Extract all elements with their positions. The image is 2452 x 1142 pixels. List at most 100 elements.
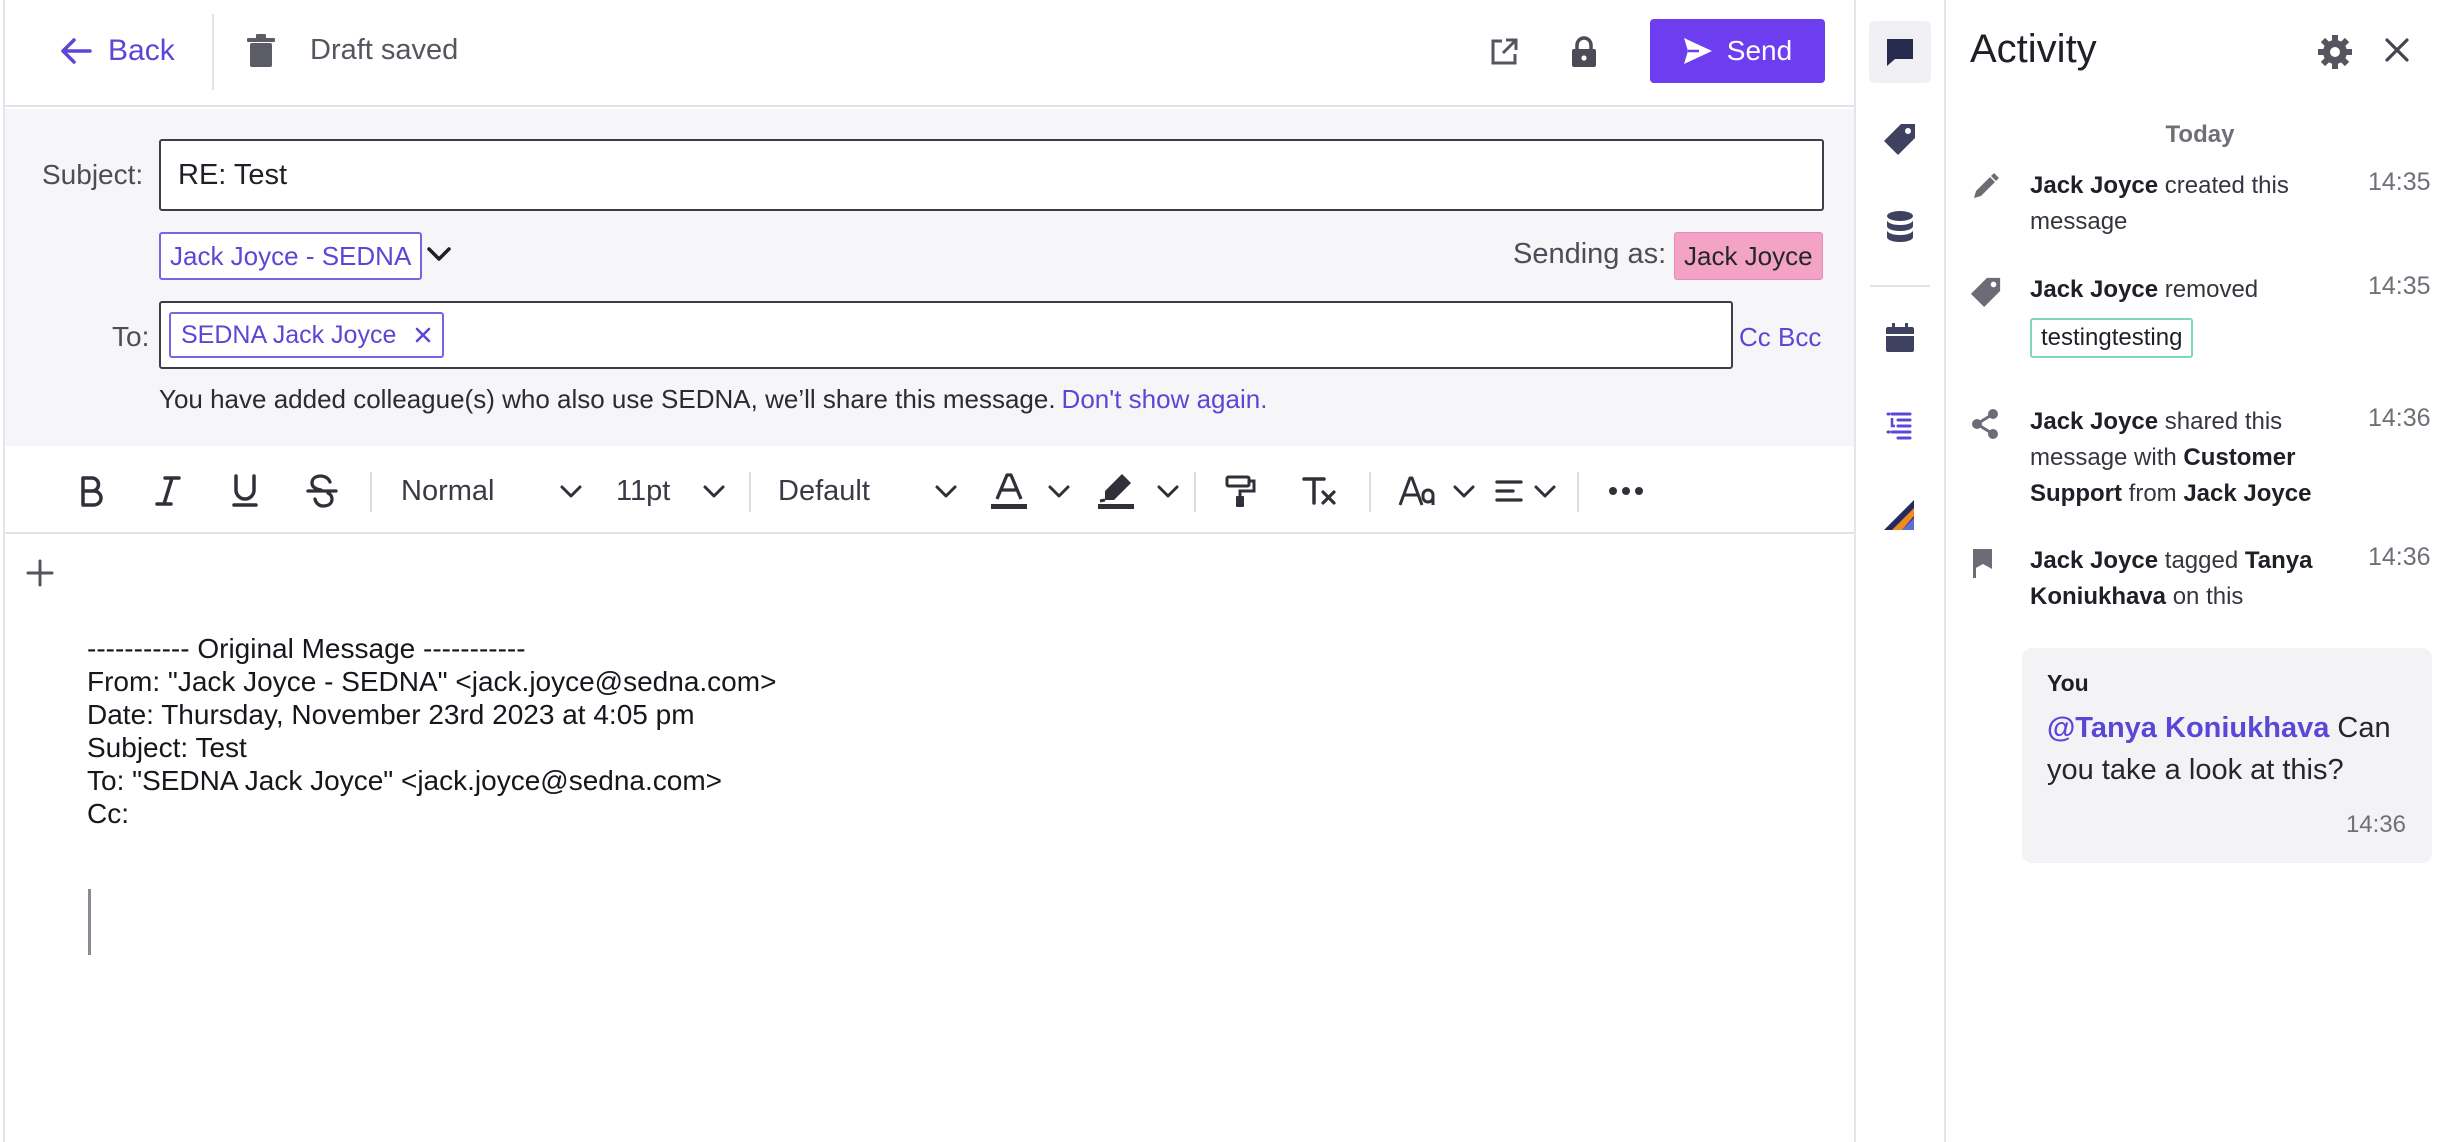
chevron-down-icon: [1453, 485, 1475, 498]
send-button[interactable]: Send: [1650, 19, 1825, 83]
italic-button[interactable]: [154, 470, 182, 512]
divider: [212, 14, 214, 90]
activity-actor: Jack Joyce: [2030, 172, 2159, 199]
text-case-icon: [1398, 476, 1435, 506]
text-cursor: [88, 889, 91, 955]
chevron-down-icon: [935, 485, 957, 498]
activity-entry-text: Jack Joyce tagged Tanya Koniukhava on th…: [2030, 543, 2330, 615]
bold-icon: [81, 476, 103, 507]
remove-recipient-icon[interactable]: [414, 326, 432, 344]
strikethrough-button[interactable]: [306, 470, 338, 512]
comment-text: @Tanya Koniukhava Can you take a look at…: [2047, 707, 2417, 791]
activity-actor: Jack Joyce: [2183, 480, 2312, 507]
cc-bcc-toggle[interactable]: Cc Bcc: [1739, 322, 1821, 353]
toolbar-divider: [370, 472, 372, 512]
toolbar-divider: [1577, 472, 1579, 512]
quoted-line: Date: Thursday, November 23rd 2023 at 4:…: [87, 699, 695, 730]
highlight-color-button[interactable]: [1096, 470, 1180, 512]
compose-pane: Back Draft saved Send Subject: RE: Test …: [3, 0, 1855, 1142]
paint-roller-icon: [1225, 475, 1256, 507]
format-painter-button[interactable]: [1225, 470, 1257, 512]
back-label: Back: [108, 34, 175, 67]
strikethrough-icon: [306, 474, 338, 508]
close-icon[interactable]: [2382, 35, 2412, 70]
integration-app-tab[interactable]: [1869, 483, 1931, 545]
activity-actor: Jack Joyce: [2030, 276, 2159, 303]
activity-time: 14:36: [2368, 404, 2431, 432]
underline-button[interactable]: [231, 470, 259, 512]
activity-time: 14:35: [2368, 272, 2431, 300]
comment-time: 14:36: [2345, 811, 2406, 838]
gear-icon[interactable]: [2317, 34, 2353, 75]
comment-bubble[interactable]: You @Tanya Koniukhava Can you take a loo…: [2022, 648, 2432, 863]
activity-panel: Activity Today Jack Joyce created this m…: [1948, 0, 2452, 1142]
activity-action: from: [2121, 480, 2184, 507]
calendar-tab[interactable]: [1869, 307, 1931, 369]
app-logo-icon: [1884, 500, 1914, 530]
sending-as-chip[interactable]: Jack Joyce: [1674, 232, 1823, 280]
clear-format-icon: [1302, 477, 1336, 505]
sending-as-label: Sending as:: [1513, 238, 1667, 270]
dont-show-again-link[interactable]: Don't show again.: [1062, 384, 1268, 414]
activity-tab[interactable]: [1869, 21, 1931, 83]
recipient-chip[interactable]: SEDNA Jack Joyce: [169, 312, 445, 358]
send-icon: [1683, 38, 1712, 64]
trash-icon[interactable]: [247, 34, 275, 73]
open-external-icon[interactable]: [1482, 30, 1526, 74]
more-horizontal-icon: [1609, 487, 1643, 495]
send-label: Send: [1726, 35, 1793, 66]
comment-author: You: [2047, 670, 2089, 696]
toolbar-divider: [1369, 472, 1371, 512]
calendar-icon: [1886, 323, 1914, 352]
text-color-icon: [991, 473, 1027, 509]
draft-status: Draft saved: [310, 34, 459, 66]
activity-actor: Jack Joyce: [2030, 547, 2159, 574]
to-field[interactable]: SEDNA Jack Joyce: [159, 301, 1733, 369]
toolbar-divider: [1194, 472, 1196, 512]
highlighter-icon: [1098, 474, 1134, 509]
font-size-select[interactable]: 11pt: [616, 470, 726, 512]
chevron-down-icon: [703, 485, 725, 498]
message-body-editor[interactable]: ----------- Original Message -----------…: [5, 536, 1855, 1142]
share-notice: You have added colleague(s) who also use…: [159, 384, 1267, 415]
activity-time: 14:35: [2368, 168, 2431, 196]
side-icon-rail: [1854, 0, 1946, 1142]
from-account-chip[interactable]: Jack Joyce - SEDNA: [159, 232, 423, 280]
paragraph-style-value: Normal: [401, 474, 495, 507]
recipient-name: SEDNA Jack Joyce: [181, 320, 397, 349]
tag-icon: [1884, 124, 1915, 155]
toolbar-divider: [749, 472, 751, 512]
alignment-button[interactable]: [1495, 470, 1557, 512]
arrow-left-icon: [61, 38, 92, 64]
font-family-select[interactable]: Default: [778, 470, 958, 512]
clear-formatting-button[interactable]: [1302, 470, 1338, 512]
activity-entry-text: Jack Joyce removed testingtesting: [2030, 272, 2330, 358]
outline-tab[interactable]: [1869, 395, 1931, 457]
database-tab[interactable]: [1869, 196, 1931, 258]
font-family-value: Default: [778, 474, 870, 507]
plus-icon[interactable]: [25, 558, 55, 593]
lock-icon[interactable]: [1562, 30, 1606, 74]
list-tree-icon: [1886, 412, 1912, 440]
bold-button[interactable]: [78, 470, 104, 512]
paragraph-style-select[interactable]: Normal: [401, 470, 583, 512]
activity-time: 14:36: [2368, 543, 2431, 571]
text-case-button[interactable]: [1398, 470, 1476, 512]
underline-icon: [232, 474, 258, 507]
comment-mention[interactable]: @Tanya Koniukhava: [2047, 712, 2329, 744]
back-button[interactable]: Back: [60, 28, 175, 74]
quoted-line: ----------- Original Message -----------: [87, 633, 526, 664]
text-color-button[interactable]: [989, 470, 1071, 512]
quoted-line: Cc:: [87, 798, 129, 829]
more-options-button[interactable]: [1608, 470, 1644, 512]
activity-entry-text: Jack Joyce shared this message with Cust…: [2030, 404, 2330, 512]
align-left-icon: [1495, 480, 1523, 502]
chevron-down-icon[interactable]: [425, 242, 453, 271]
day-separator: Today: [2165, 121, 2235, 148]
subject-label: Subject:: [42, 159, 144, 190]
quoted-line: To: "SEDNA Jack Joyce" <jack.joyce@sedna…: [87, 765, 723, 796]
tag-badge: testingtesting: [2030, 318, 2194, 358]
activity-action: tagged: [2158, 547, 2245, 574]
subject-input[interactable]: RE: Test: [159, 139, 1824, 211]
tags-tab[interactable]: [1869, 108, 1931, 170]
